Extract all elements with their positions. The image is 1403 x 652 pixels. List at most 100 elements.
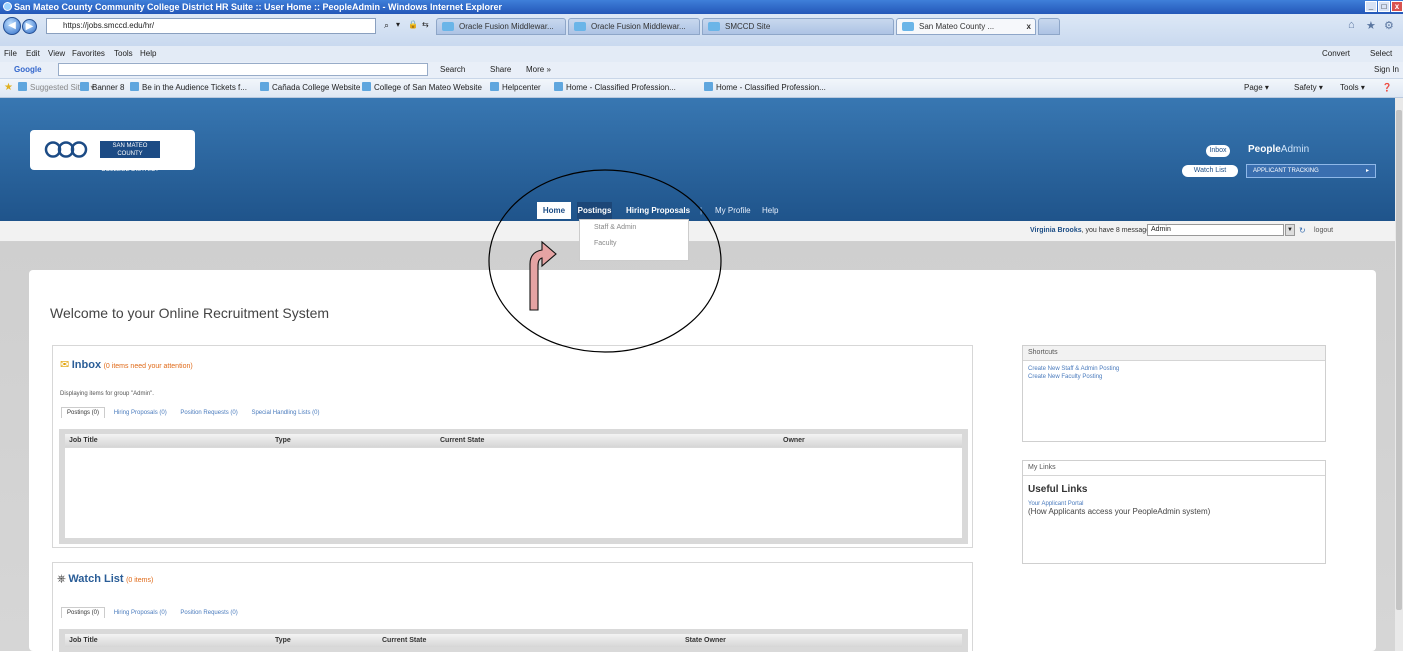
user-name[interactable]: Virginia Brooks — [1030, 227, 1082, 234]
inbox-tray-icon: ✉ — [60, 359, 70, 371]
col-type[interactable]: Type — [275, 634, 291, 647]
sign-in-button[interactable]: Sign In — [1374, 62, 1399, 78]
google-share-button[interactable]: Share — [490, 62, 511, 78]
nav-help[interactable]: Help — [762, 202, 778, 219]
google-more-button[interactable]: More » — [526, 62, 551, 78]
watch-tab-postings[interactable]: Postings (0) — [61, 607, 106, 618]
forward-button[interactable]: ▶ — [22, 19, 37, 34]
col-state-owner[interactable]: State Owner — [685, 634, 726, 647]
logout-link[interactable]: logout — [1314, 227, 1333, 234]
col-owner[interactable]: Owner — [783, 434, 805, 447]
address-bar-input[interactable]: https://jobs.smccd.edu/hr/ — [46, 18, 376, 34]
select-button[interactable]: Select — [1370, 46, 1392, 62]
inbox-tab-hiring-proposals[interactable]: Hiring Proposals (0) — [109, 408, 172, 418]
close-window-button[interactable]: x — [1391, 1, 1403, 12]
maximize-button[interactable]: □ — [1378, 1, 1390, 12]
create-faculty-posting-link[interactable]: Create New Faculty Posting — [1028, 373, 1320, 381]
fav-audience-tickets[interactable]: Be in the Audience Tickets f... — [130, 79, 247, 97]
tools-menu[interactable]: Tools ▾ — [1340, 79, 1365, 97]
compatibility-icon[interactable]: ⇆ — [422, 20, 429, 29]
applicant-portal-note: (How Applicants access your PeopleAdmin … — [1028, 507, 1211, 516]
menu-bar: File Edit View Favorites Tools Help Conv… — [0, 46, 1403, 62]
inbox-tab-postings[interactable]: Postings (0) — [61, 407, 106, 418]
window-title-bar: San Mateo County Community College Distr… — [0, 0, 1403, 14]
my-links-content: Useful Links Your Applicant Portal (How … — [1023, 476, 1325, 516]
inbox-table-body — [65, 448, 962, 538]
menu-file[interactable]: File — [4, 46, 17, 62]
safety-menu[interactable]: Safety ▾ — [1294, 79, 1323, 97]
applicant-tracking-module-button[interactable]: APPLICANT TRACKING ▸ — [1246, 164, 1376, 178]
inbox-tab-special-handling[interactable]: Special Handling Lists (0) — [246, 408, 324, 418]
browser-tab-san-mateo[interactable]: San Mateo County ... x — [896, 18, 1036, 35]
fav-classified-1[interactable]: Home - Classified Profession... — [554, 79, 676, 97]
menu-edit[interactable]: Edit — [26, 46, 40, 62]
col-job-title[interactable]: Job Title — [69, 434, 98, 447]
col-type[interactable]: Type — [275, 434, 291, 447]
watch-tab-hiring-proposals[interactable]: Hiring Proposals (0) — [109, 608, 172, 618]
new-tab-button[interactable] — [1038, 18, 1060, 35]
logo-rings-icon — [44, 141, 88, 158]
create-staff-posting-link[interactable]: Create New Staff & Admin Posting — [1028, 365, 1320, 373]
watch-list-pill-button[interactable]: Watch List — [1182, 165, 1238, 177]
favorites-star-icon[interactable]: ★ — [1366, 19, 1376, 32]
shortcuts-title: Shortcuts — [1023, 346, 1325, 361]
annotation-arrow-icon — [529, 240, 557, 311]
college-district-logo[interactable]: SAN MATEO COUNTY COMMUNITY COLLEGE DISTR… — [30, 130, 195, 173]
peopleadmin-brand: PeopleAdmin — [1248, 144, 1310, 155]
page-menu[interactable]: Page ▾ — [1244, 79, 1269, 97]
address-toolbar: ◀ ▶ https://jobs.smccd.edu/hr/ ⌕ ▾ 🔒 ⇆ O… — [0, 14, 1403, 46]
favorites-star-icon[interactable]: ★ — [4, 79, 13, 97]
user-greeting: Virginia Brooks, you have 8 messages — [1030, 227, 1154, 234]
ie-logo-icon — [3, 2, 12, 11]
refresh-icon[interactable]: ↻ — [1299, 226, 1306, 235]
fav-csm-website[interactable]: College of San Mateo Website — [362, 79, 482, 97]
inbox-pill-button[interactable]: Inbox — [1206, 145, 1230, 157]
convert-button[interactable]: Convert — [1322, 46, 1350, 62]
gear-icon[interactable]: ⚙ — [1384, 19, 1394, 32]
back-button[interactable]: ◀ — [3, 17, 21, 35]
menu-view[interactable]: View — [48, 46, 65, 62]
menu-tools[interactable]: Tools — [114, 46, 133, 62]
inbox-tabs: Postings (0) Hiring Proposals (0) Positi… — [61, 407, 326, 418]
shortcuts-box: Shortcuts Create New Staff & Admin Posti… — [1022, 345, 1326, 442]
inbox-subtitle: (0 items need your attention) — [103, 363, 193, 370]
search-address-icon[interactable]: ⌕ — [384, 20, 389, 31]
minimize-button[interactable]: _ — [1365, 1, 1377, 12]
watch-list-table: Job Title Type Current State State Owner — [59, 629, 968, 652]
inbox-heading: ✉ Inbox (0 items need your attention) — [60, 358, 193, 371]
menu-favorites[interactable]: Favorites — [72, 46, 105, 62]
chevron-right-icon: ▸ — [1365, 168, 1369, 174]
col-current-state[interactable]: Current State — [440, 434, 484, 447]
page-favicon-icon — [442, 22, 454, 31]
fav-canada-college[interactable]: Cañada College Website — [260, 79, 360, 97]
inbox-group-note: Displaying items for group "Admin". — [60, 391, 154, 397]
home-icon[interactable]: ⌂ — [1348, 19, 1355, 31]
watch-tab-position-requests[interactable]: Position Requests (0) — [175, 608, 242, 618]
inbox-title: Inbox — [71, 359, 102, 371]
col-current-state[interactable]: Current State — [382, 634, 426, 647]
scrollbar-thumb[interactable] — [1396, 110, 1402, 610]
help-icon[interactable]: ❓ — [1382, 79, 1392, 97]
watch-list-panel: ⎈ Watch List (0 items) Postings (0) Hiri… — [52, 562, 973, 652]
fav-helpcenter[interactable]: Helpcenter — [490, 79, 541, 97]
inbox-tab-position-requests[interactable]: Position Requests (0) — [175, 408, 242, 418]
fav-banner[interactable]: Banner 8 — [80, 79, 124, 97]
inbox-panel: ✉ Inbox (0 items need your attention) Di… — [52, 345, 973, 548]
lock-icon[interactable]: 🔒 — [408, 20, 418, 29]
group-select-arrow-icon[interactable]: ▼ — [1285, 224, 1295, 236]
my-links-box: My Links Useful Links Your Applicant Por… — [1022, 460, 1326, 564]
page-favicon-icon — [902, 22, 914, 31]
group-select[interactable]: Admin — [1147, 224, 1284, 236]
browser-tab-oracle-2[interactable]: Oracle Fusion Middlewar... — [568, 18, 700, 35]
close-tab-icon[interactable]: x — [1027, 19, 1031, 34]
browser-tab-oracle-1[interactable]: Oracle Fusion Middlewar... — [436, 18, 566, 35]
browser-tab-smccd[interactable]: SMCCD Site — [702, 18, 894, 35]
dropdown-icon[interactable]: ▾ — [396, 20, 400, 29]
watch-table-header: Job Title Type Current State State Owner — [65, 634, 962, 647]
google-search-input[interactable] — [58, 63, 428, 76]
google-search-button[interactable]: Search — [440, 62, 465, 78]
menu-help[interactable]: Help — [140, 46, 156, 62]
col-job-title[interactable]: Job Title — [69, 634, 98, 647]
useful-links-heading: Useful Links — [1028, 484, 1088, 495]
fav-classified-2[interactable]: Home - Classified Profession... — [704, 79, 826, 97]
